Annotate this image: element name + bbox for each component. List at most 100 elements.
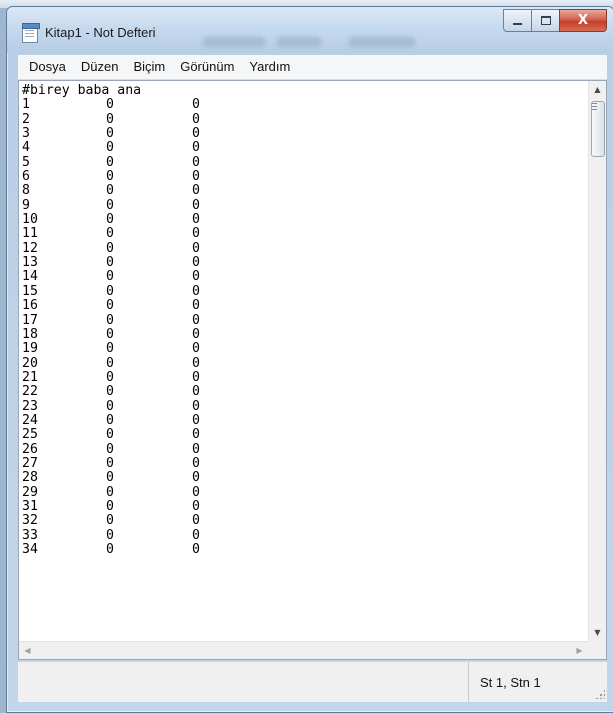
- text-line: 31 0 0: [22, 498, 588, 514]
- ana-value: 0: [192, 97, 200, 113]
- resize-grip-icon[interactable]: [595, 689, 605, 699]
- text-line: 17 0 0: [22, 312, 588, 328]
- minimize-button[interactable]: [503, 9, 531, 32]
- birey-value: 29: [22, 484, 38, 500]
- birey-value: 1: [22, 97, 30, 113]
- birey-value: 27: [22, 455, 38, 471]
- text-line: 8 0 0: [22, 183, 588, 199]
- baba-value: 0: [106, 455, 114, 471]
- baba-value: 0: [106, 384, 114, 400]
- ana-value: 0: [192, 169, 200, 185]
- ana-value: 0: [192, 269, 200, 285]
- birey-value: 2: [22, 111, 30, 127]
- scroll-right-arrow-icon[interactable]: ▶: [571, 642, 588, 659]
- text-line: 26 0 0: [22, 441, 588, 457]
- baba-value: 0: [106, 226, 114, 242]
- text-line: 2 0 0: [22, 111, 588, 127]
- ana-value: 0: [192, 140, 200, 156]
- birey-value: 21: [22, 369, 38, 385]
- text-line: 18 0 0: [22, 326, 588, 342]
- baba-value: 0: [106, 542, 114, 557]
- ana-value: 0: [192, 384, 200, 400]
- birey-value: 26: [22, 441, 38, 457]
- baba-value: 0: [106, 197, 114, 213]
- baba-value: 0: [106, 470, 114, 486]
- baba-value: 0: [106, 169, 114, 185]
- baba-value: 0: [106, 498, 114, 514]
- close-button[interactable]: X: [559, 9, 607, 32]
- text-editor[interactable]: #birey baba ana 100200300400500600800900…: [18, 80, 607, 660]
- ana-value: 0: [192, 470, 200, 486]
- window-title: Kitap1 - Not Defteri: [45, 25, 156, 40]
- baba-value: 0: [106, 283, 114, 299]
- birey-value: 33: [22, 527, 38, 543]
- scroll-down-arrow-icon[interactable]: ▼: [589, 624, 606, 641]
- scrollbar-corner: [588, 641, 606, 659]
- vertical-scrollbar[interactable]: ▲ ▼: [588, 81, 606, 641]
- birey-value: 16: [22, 298, 38, 314]
- header-line: #birey baba ana: [22, 83, 142, 98]
- birey-value: 6: [22, 169, 30, 185]
- cursor-position: St 1, Stn 1: [480, 675, 541, 690]
- birey-value: 14: [22, 269, 38, 285]
- birey-value: 9: [22, 197, 30, 213]
- minimize-icon: [513, 22, 522, 25]
- blurred-background-text: [203, 37, 265, 47]
- text-line: 33 0 0: [22, 527, 588, 543]
- menu-item-gorunum[interactable]: Görünüm: [174, 56, 240, 78]
- caption-buttons: X: [503, 9, 607, 32]
- baba-value: 0: [106, 312, 114, 328]
- ana-value: 0: [192, 183, 200, 199]
- text-line: 21 0 0: [22, 369, 588, 385]
- birey-value: 32: [22, 513, 38, 529]
- baba-value: 0: [106, 412, 114, 428]
- baba-value: 0: [106, 369, 114, 385]
- birey-value: 12: [22, 240, 38, 256]
- baba-value: 0: [106, 513, 114, 529]
- text-line: 11 0 0: [22, 226, 588, 242]
- ana-value: 0: [192, 427, 200, 443]
- baba-value: 0: [106, 527, 114, 543]
- scroll-left-arrow-icon[interactable]: ◀: [19, 642, 36, 659]
- baba-value: 0: [106, 154, 114, 170]
- text-line: 27 0 0: [22, 455, 588, 471]
- text-line: 29 0 0: [22, 484, 588, 500]
- birey-value: 19: [22, 341, 38, 357]
- birey-value: 17: [22, 312, 38, 328]
- baba-value: 0: [106, 212, 114, 228]
- text-line: 6 0 0: [22, 169, 588, 185]
- maximize-icon: [540, 16, 551, 25]
- birey-value: 28: [22, 470, 38, 486]
- notepad-window: Kitap1 - Not Defteri X Dosya Düzen Biçim…: [6, 6, 613, 713]
- birey-value: 5: [22, 154, 30, 170]
- text-line: 34 0 0: [22, 542, 588, 557]
- baba-value: 0: [106, 326, 114, 342]
- notepad-icon[interactable]: [22, 23, 40, 43]
- ana-value: 0: [192, 355, 200, 371]
- editor-text-area[interactable]: #birey baba ana 100200300400500600800900…: [19, 81, 588, 641]
- menu-item-dosya[interactable]: Dosya: [23, 56, 72, 78]
- birey-value: 13: [22, 255, 38, 271]
- birey-value: 31: [22, 498, 38, 514]
- baba-value: 0: [106, 240, 114, 256]
- baba-value: 0: [106, 398, 114, 414]
- scroll-up-arrow-icon[interactable]: ▲: [589, 81, 606, 98]
- menu-item-yardim[interactable]: Yardım: [243, 56, 296, 78]
- birey-value: 23: [22, 398, 38, 414]
- baba-value: 0: [106, 441, 114, 457]
- horizontal-scrollbar[interactable]: ◀ ▶: [19, 641, 588, 659]
- close-icon: X: [577, 13, 589, 28]
- baba-value: 0: [106, 183, 114, 199]
- ana-value: 0: [192, 212, 200, 228]
- title-bar[interactable]: Kitap1 - Not Defteri X: [7, 7, 613, 53]
- menu-item-bicim[interactable]: Biçim: [127, 56, 171, 78]
- text-line: 5 0 0: [22, 154, 588, 170]
- baba-value: 0: [106, 427, 114, 443]
- ana-value: 0: [192, 513, 200, 529]
- blurred-background-text: [277, 37, 321, 47]
- menu-item-duzen[interactable]: Düzen: [75, 56, 125, 78]
- ana-value: 0: [192, 326, 200, 342]
- text-line: 16 0 0: [22, 298, 588, 314]
- ana-value: 0: [192, 255, 200, 271]
- maximize-button[interactable]: [531, 9, 559, 32]
